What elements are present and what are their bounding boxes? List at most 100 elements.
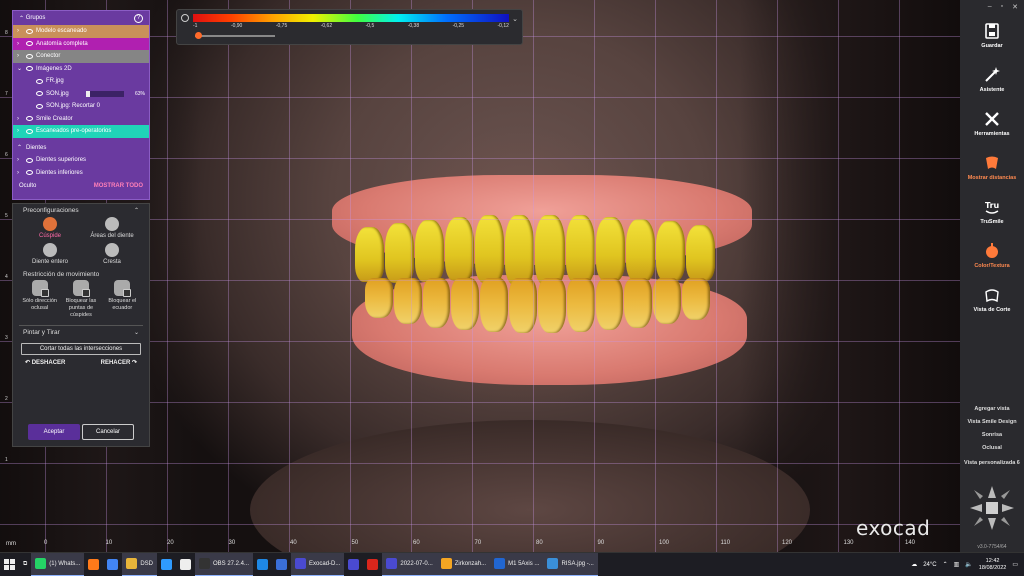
accept-button[interactable]: Aceptar [28, 424, 80, 440]
group-row[interactable]: SON.jpg 63% [13, 88, 149, 101]
clock[interactable]: 12:42 18/08/2022 [979, 558, 1007, 572]
group-row[interactable]: › Modelo escaneado [13, 25, 149, 38]
preset-tooth-areas[interactable]: Áreas del diente [81, 217, 143, 239]
movement-lock-cusp-tips[interactable]: Bloquear las puntas de cúspides [60, 280, 101, 319]
chevron-right-icon[interactable]: › [17, 116, 23, 122]
taskbar-app[interactable] [176, 553, 195, 576]
chevron-right-icon[interactable]: › [17, 157, 23, 163]
minimize-icon[interactable]: – [988, 3, 992, 14]
chevron-down-icon[interactable]: ⌄ [17, 65, 23, 72]
task-view-button[interactable]: ⧉ [19, 553, 31, 576]
eye-icon[interactable] [26, 53, 33, 59]
hidden-toggle[interactable]: Oculto [19, 183, 36, 189]
group-row[interactable]: › Escaneados pre-operatorios [13, 125, 149, 138]
teeth-row[interactable]: › Dientes superiores [13, 154, 149, 167]
group-row[interactable]: ⌄ Imágenes 2D [13, 63, 149, 76]
preset-cusp[interactable]: Cúspide [19, 217, 81, 239]
paint-header[interactable]: Pintar y Tirar ⌄ [13, 326, 149, 339]
group-row[interactable]: FR.jpg [13, 75, 149, 88]
taskbar-app[interactable] [363, 553, 382, 576]
distance-color-scale[interactable]: -1 -0,90 -0,75 -0,62 -0,5 -0,38 -0,25 -0,12 ⌄ [176, 9, 523, 45]
eye-icon[interactable] [36, 91, 43, 97]
cancel-button[interactable]: Cancelar [82, 424, 134, 440]
chevron-up-icon[interactable]: ⌃ [134, 207, 139, 214]
scale-settings-icon[interactable] [181, 14, 189, 22]
taskbar-app[interactable]: Exocad-D... [291, 552, 345, 576]
chevron-right-icon[interactable]: › [17, 170, 23, 176]
presets-header[interactable]: Preconfiguraciones ⌃ [13, 204, 149, 217]
navigation-cube-icon[interactable] [968, 484, 1016, 532]
tool-wand[interactable]: Asistente [960, 58, 1024, 102]
eye-icon[interactable] [26, 157, 33, 163]
preset-whole-tooth[interactable]: Diente entero [19, 243, 81, 265]
opacity-slider[interactable] [85, 90, 124, 97]
tool-tools[interactable]: Herramientas [960, 102, 1024, 146]
taskbar-app[interactable]: 2022-07-0... [382, 552, 437, 576]
scale-range-slider[interactable] [195, 35, 275, 37]
movement-occlusal-only[interactable]: Sólo dirección oclusal [19, 280, 60, 319]
taskbar-app[interactable]: Zirkonzah... [436, 552, 491, 576]
taskbar-app[interactable]: DSD [122, 552, 157, 576]
taskbar-app[interactable] [344, 553, 363, 576]
weather-temp[interactable]: 24°C [923, 562, 936, 568]
tray-chevron-icon[interactable]: ⌃ [943, 561, 948, 568]
start-button[interactable] [0, 553, 19, 576]
redo-button[interactable]: REHACER ↷ [101, 359, 137, 366]
eye-icon[interactable] [26, 28, 33, 34]
group-row[interactable]: › Anatomía completa [13, 37, 149, 50]
group-row[interactable]: SON.jpg: Recortar 0 [13, 100, 149, 113]
taskbar-app[interactable] [103, 553, 122, 576]
network-icon[interactable]: ▥ [954, 561, 960, 568]
teeth-row[interactable]: › Dientes inferiores [13, 167, 149, 180]
movement-lock-equator[interactable]: Bloquear el ecuador [102, 280, 143, 319]
taskbar-app[interactable]: M1 5Axis ... [490, 552, 544, 576]
tool-cut-view[interactable]: Vista de Corte [960, 278, 1024, 322]
taskbar-app[interactable] [84, 553, 103, 576]
chevron-right-icon[interactable]: › [17, 41, 23, 47]
volume-icon[interactable]: 🔈 [965, 561, 972, 568]
help-icon[interactable]: ? [134, 13, 143, 23]
view-item[interactable]: Agregar vista [960, 402, 1024, 415]
taskbar-app[interactable]: OBS 27.2.4... [194, 552, 254, 576]
view-item[interactable]: Vista personalizada 6 [960, 454, 1024, 472]
eye-icon[interactable] [36, 78, 43, 84]
chevron-right-icon[interactable]: › [17, 128, 23, 134]
eye-icon[interactable] [26, 41, 33, 47]
chevron-right-icon[interactable]: › [17, 53, 23, 59]
eye-icon[interactable] [26, 170, 33, 176]
taskbar-app[interactable]: (1) Whats... [31, 552, 85, 576]
preset-ridge[interactable]: Cresta [81, 243, 143, 265]
group-row[interactable]: › Conector [13, 50, 149, 63]
eye-icon[interactable] [26, 116, 33, 122]
chevron-down-icon[interactable]: ⌄ [512, 15, 518, 23]
taskbar-app[interactable] [253, 553, 272, 576]
collapse-icon[interactable]: ⌃ [19, 15, 26, 22]
teeth-group[interactable]: ⌃ Dientes [13, 142, 149, 155]
chevron-right-icon[interactable]: › [17, 28, 23, 34]
eye-icon[interactable] [26, 66, 33, 72]
maximize-icon[interactable]: ▫ [1001, 3, 1003, 14]
show-all-button[interactable]: MOSTRAR TODO [94, 183, 143, 189]
chevron-up-icon[interactable]: ⌃ [17, 144, 23, 151]
group-row[interactable]: › Smile Creator [13, 113, 149, 126]
tool-palette[interactable]: Color/Textura [960, 234, 1024, 278]
scale-slider-knob[interactable] [195, 32, 202, 39]
chevron-down-icon[interactable]: ⌄ [134, 329, 139, 336]
view-item[interactable]: Oclusal [960, 441, 1024, 454]
groups-header[interactable]: ⌃ Grupos ? [13, 11, 149, 25]
weather-icon[interactable]: ☁ [911, 561, 917, 568]
view-item[interactable]: Vista Smile Design [960, 415, 1024, 428]
undo-button[interactable]: ↶ DESHACER [25, 359, 65, 366]
tool-distance[interactable]: Mostrar distancias [960, 146, 1024, 190]
tool-save[interactable]: Guardar [960, 14, 1024, 58]
taskbar-app[interactable] [157, 553, 176, 576]
tool-trusmile[interactable]: Tru TruSmile [960, 190, 1024, 234]
cut-intersections-button[interactable]: Cortar todas las intersecciones [21, 343, 141, 355]
taskbar-app[interactable]: RISA.jpg -... [543, 552, 598, 576]
view-item[interactable]: Sonrisa [960, 428, 1024, 441]
eye-icon[interactable] [26, 128, 33, 134]
eye-icon[interactable] [36, 103, 43, 109]
3d-viewport[interactable]: 8 7 6 5 4 3 2 1 -1 -0,90 -0,75 -0,62 -0,5 -0,38 -0,25… [0, 0, 960, 552]
notifications-icon[interactable]: ▭ [1012, 561, 1018, 568]
close-icon[interactable]: ✕ [1012, 3, 1018, 14]
